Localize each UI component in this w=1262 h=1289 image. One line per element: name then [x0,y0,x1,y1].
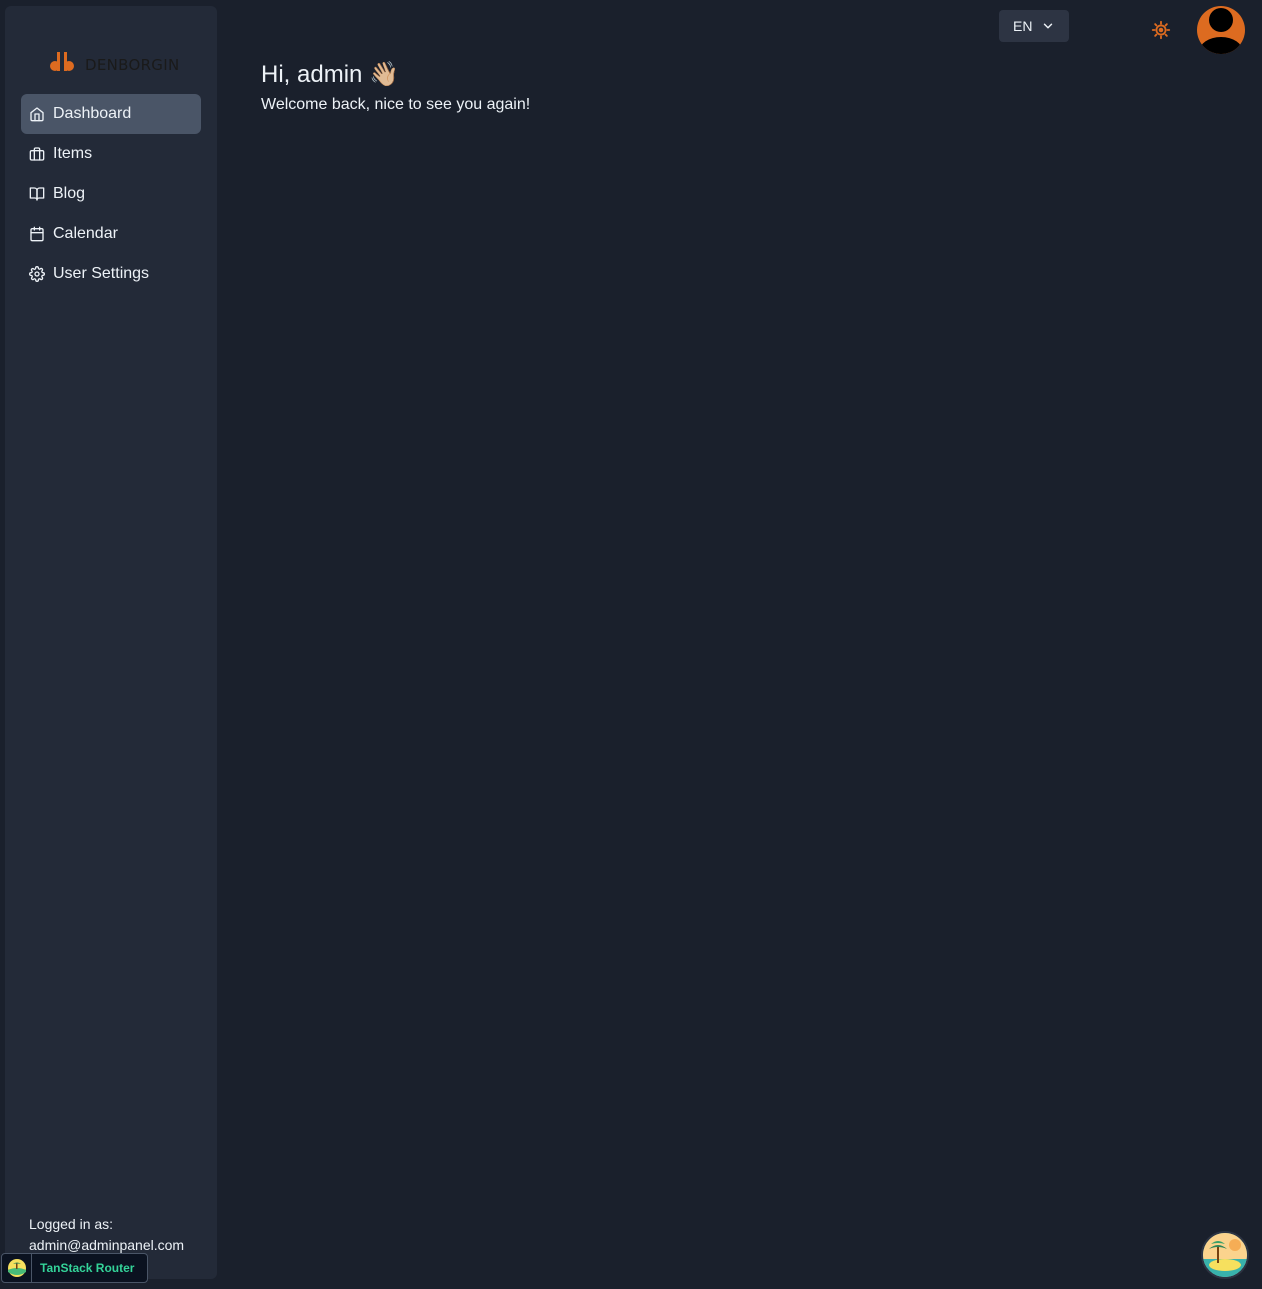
chevron-down-icon [1044,23,1053,29]
sidebar-item-user-settings[interactable]: User Settings [21,254,201,294]
user-avatar-button[interactable] [1197,6,1245,54]
sidebar-nav: Dashboard Items Blog Calendar User Setti… [21,94,201,294]
tanstack-logo-wrapper [2,1254,32,1282]
island-icon [7,1259,26,1277]
page-subtitle: Welcome back, nice to see you again! [261,96,531,113]
gear-icon [29,266,45,282]
sidebar-item-label: Calendar [53,225,118,242]
calendar-icon [30,226,44,242]
tanstack-router-devtools-button[interactable]: TanStack Router [1,1253,148,1283]
sidebar: DENBORGIN Dashboard Items Blog Calendar … [5,6,217,1279]
language-value: EN [1013,18,1033,34]
page-title: Hi, admin 👋🏼 [261,61,399,88]
book-open-icon [29,187,45,201]
language-select[interactable]: EN [999,10,1069,42]
briefcase-icon [29,147,45,161]
sun-icon[interactable] [1150,19,1172,41]
brand-logo-mark-icon [50,52,74,71]
sidebar-item-label: Items [53,145,93,162]
devtools-fab-button[interactable] [1201,1231,1249,1279]
brand-name: DENBORGIN [85,56,180,74]
sidebar-item-dashboard[interactable]: Dashboard [21,94,201,134]
island-icon [1203,1233,1247,1277]
sidebar-item-calendar[interactable]: Calendar [21,214,201,254]
logged-in-label: Logged in as: [29,1216,114,1232]
sidebar-item-label: Dashboard [53,105,132,122]
sidebar-item-blog[interactable]: Blog [21,174,201,214]
sidebar-item-label: User Settings [53,265,150,282]
sidebar-item-label: Blog [53,185,86,202]
tanstack-router-label: TanStack Router [40,1261,135,1275]
sidebar-item-items[interactable]: Items [21,134,201,174]
user-avatar-icon [1199,8,1243,54]
home-icon [30,107,44,122]
brand-logo[interactable]: DENBORGIN [49,50,179,74]
logged-in-info: Logged in as: admin@adminpanel.com [29,1214,184,1256]
